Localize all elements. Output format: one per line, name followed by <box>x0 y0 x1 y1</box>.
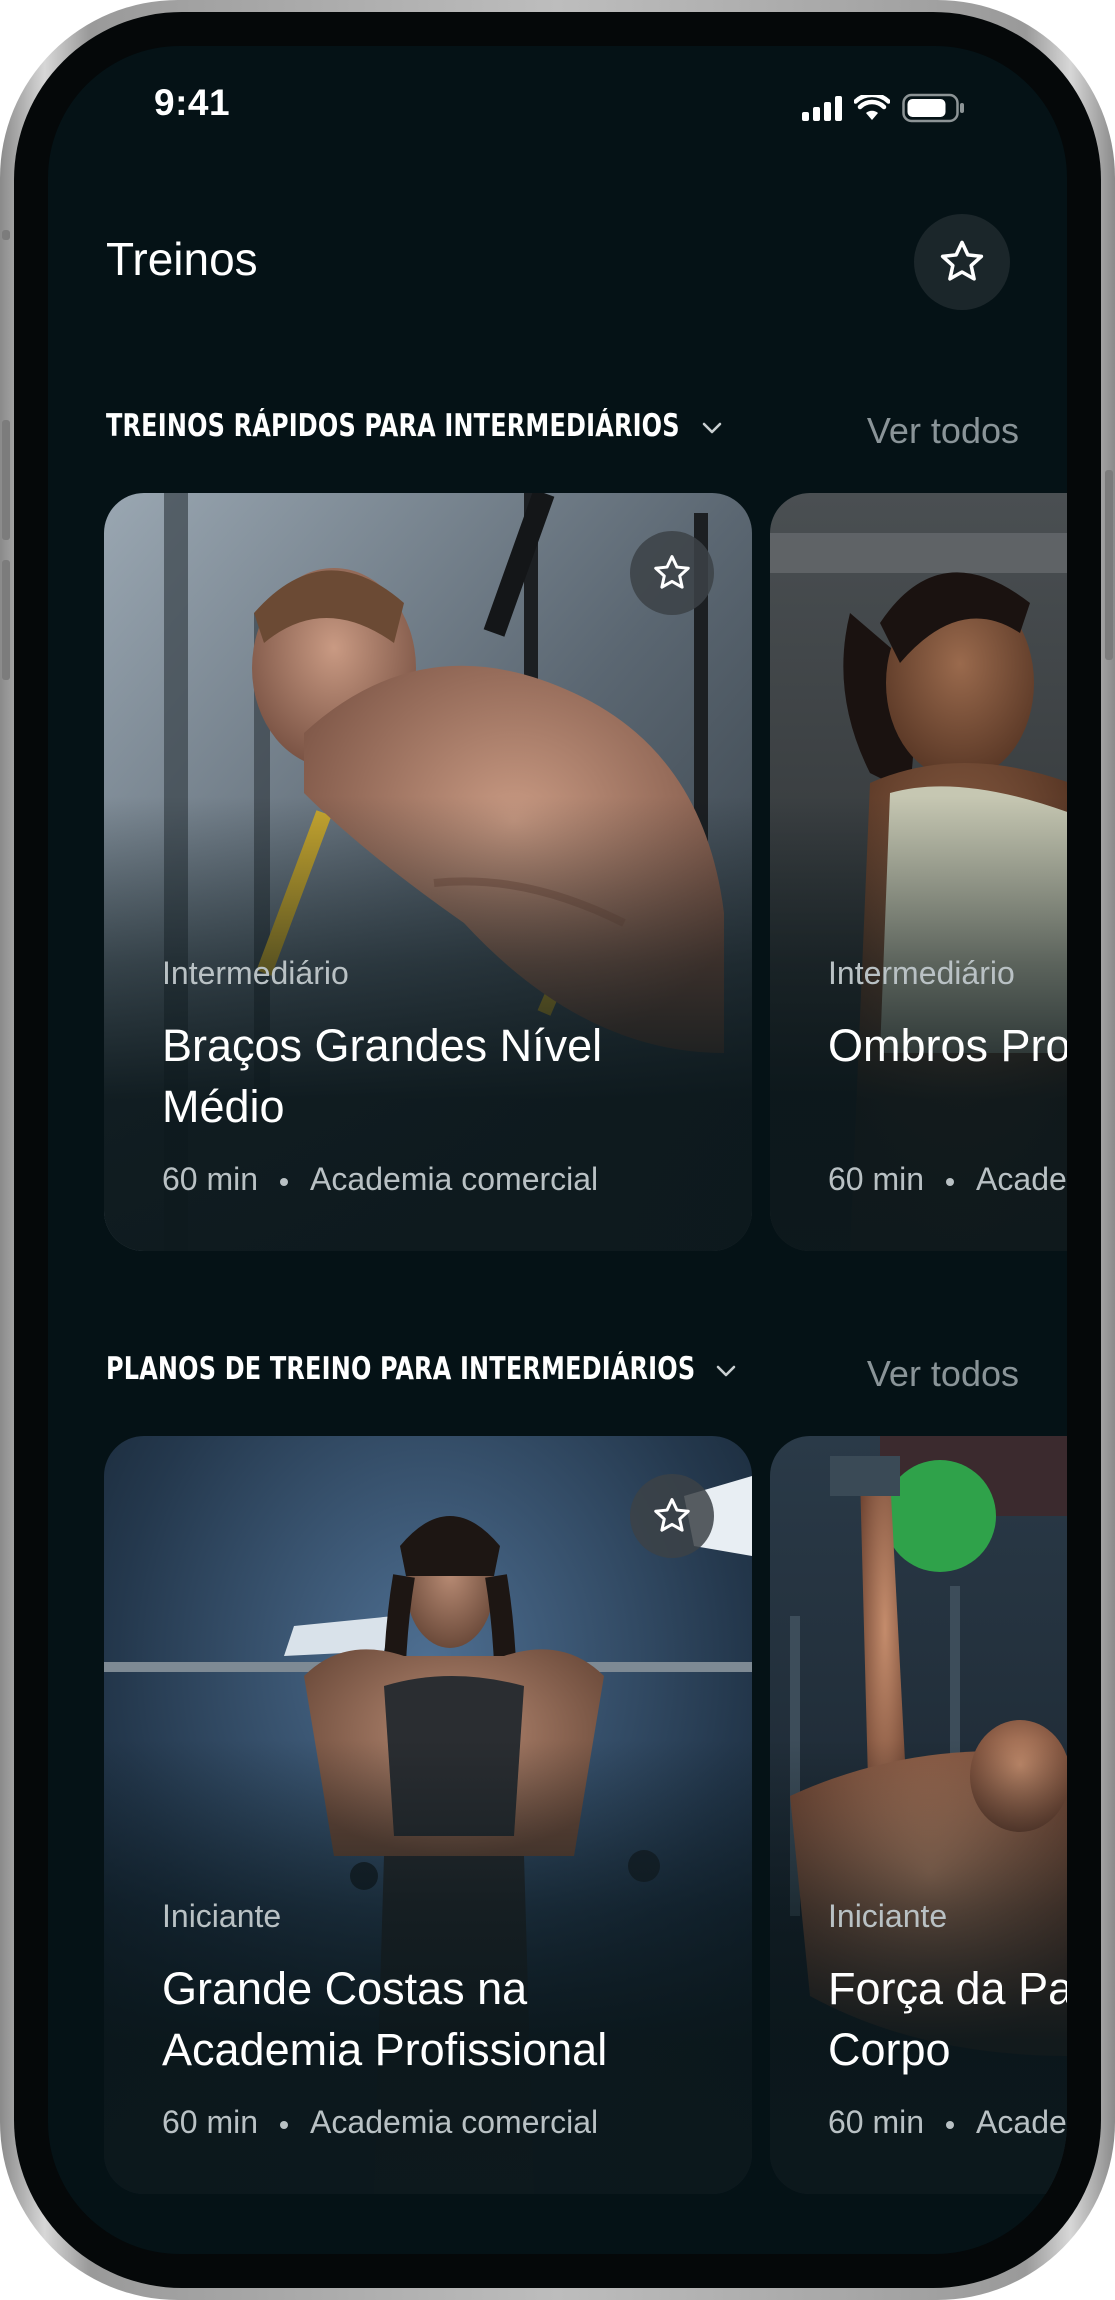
quick-workouts-carousel[interactable]: Intermediário Braços Grandes Nível Médio… <box>104 493 1067 1251</box>
workout-duration: 60 min <box>162 1161 259 1197</box>
chevron-down-icon[interactable] <box>712 1361 740 1381</box>
workout-title: Grande Costas na Academia Profissional <box>162 1963 608 2075</box>
workout-title: Braços Grandes Nível Médio <box>162 1020 603 1132</box>
star-outline-icon <box>654 1498 690 1532</box>
wifi-icon <box>854 94 890 120</box>
workout-duration: 60 min <box>828 1161 925 1197</box>
favorite-button[interactable] <box>630 1474 714 1558</box>
page-title: Treinos <box>106 233 258 285</box>
separator-dot <box>280 1177 289 1186</box>
workout-location: Academia comercial <box>310 1161 599 1197</box>
card-gradient-overlay <box>770 493 1067 1251</box>
training-plans-carousel[interactable]: Iniciante Grande Costas na Academia Prof… <box>104 1436 1067 2194</box>
workout-card[interactable]: Intermediário Braços Grandes Nível Médio… <box>104 493 752 1251</box>
section-header-quick-workouts: TREINOS RÁPIDOS PARA INTERMEDIÁRIOS Ver … <box>106 408 1019 452</box>
star-outline-icon <box>940 240 984 281</box>
see-all-link[interactable]: Ver todos <box>867 410 1019 452</box>
workout-title: Ombros Profissionais <box>828 1020 1067 1071</box>
workout-meta: 60 min Academia comercial <box>162 1161 598 1198</box>
workout-location: Academia comercial <box>976 2104 1067 2140</box>
workout-duration: 60 min <box>828 2104 925 2140</box>
section-title: TREINOS RÁPIDOS PARA INTERMEDIÁRIOS <box>106 408 680 444</box>
volume-up-button <box>2 420 10 540</box>
separator-dot <box>280 2120 289 2129</box>
chevron-down-icon[interactable] <box>698 418 726 438</box>
workout-level: Intermediário <box>162 955 349 991</box>
battery-icon <box>902 93 964 123</box>
workout-meta: 60 min Academia comercial <box>162 2104 598 2141</box>
volume-down-button <box>2 560 10 680</box>
card-gradient-overlay <box>770 1436 1067 2194</box>
phone-side-button <box>2 230 10 240</box>
workout-level: Iniciante <box>162 1898 282 1934</box>
cellular-signal-icon <box>802 95 842 121</box>
separator-dot <box>946 1177 955 1186</box>
workout-level: Intermediário <box>828 955 1015 991</box>
section-header-training-plans: PLANOS DE TREINO PARA INTERMEDIÁRIOS Ver… <box>106 1351 1019 1395</box>
workout-location: Academia comercial <box>976 1161 1067 1197</box>
workout-title: Força da Parte Superior do Corpo <box>828 1963 1067 2075</box>
workout-duration: 60 min <box>162 2104 259 2140</box>
workout-location: Academia comercial <box>310 2104 599 2140</box>
status-time: 9:41 <box>154 82 231 123</box>
favorite-button[interactable] <box>630 531 714 615</box>
workout-card[interactable]: Iniciante Força da Parte Superior do Cor… <box>770 1436 1067 2194</box>
workout-card[interactable]: Intermediário Ombros Profissionais 60 mi… <box>770 493 1067 1251</box>
separator-dot <box>946 2120 955 2129</box>
star-outline-icon <box>654 555 690 589</box>
workout-meta: 60 min Academia comercial <box>828 1161 1067 1198</box>
workout-level: Iniciante <box>828 1898 948 1934</box>
see-all-link[interactable]: Ver todos <box>867 1353 1019 1395</box>
workout-card[interactable]: Iniciante Grande Costas na Academia Prof… <box>104 1436 752 2194</box>
status-icons <box>802 92 966 124</box>
power-button <box>1105 470 1113 660</box>
workout-meta: 60 min Academia comercial <box>828 2104 1067 2141</box>
favorites-button[interactable] <box>914 214 1010 310</box>
section-title: PLANOS DE TREINO PARA INTERMEDIÁRIOS <box>106 1351 696 1387</box>
app-screen: 9:41 Treinos TREINOS RÁPIDOS PARA INTERM… <box>48 46 1067 2254</box>
